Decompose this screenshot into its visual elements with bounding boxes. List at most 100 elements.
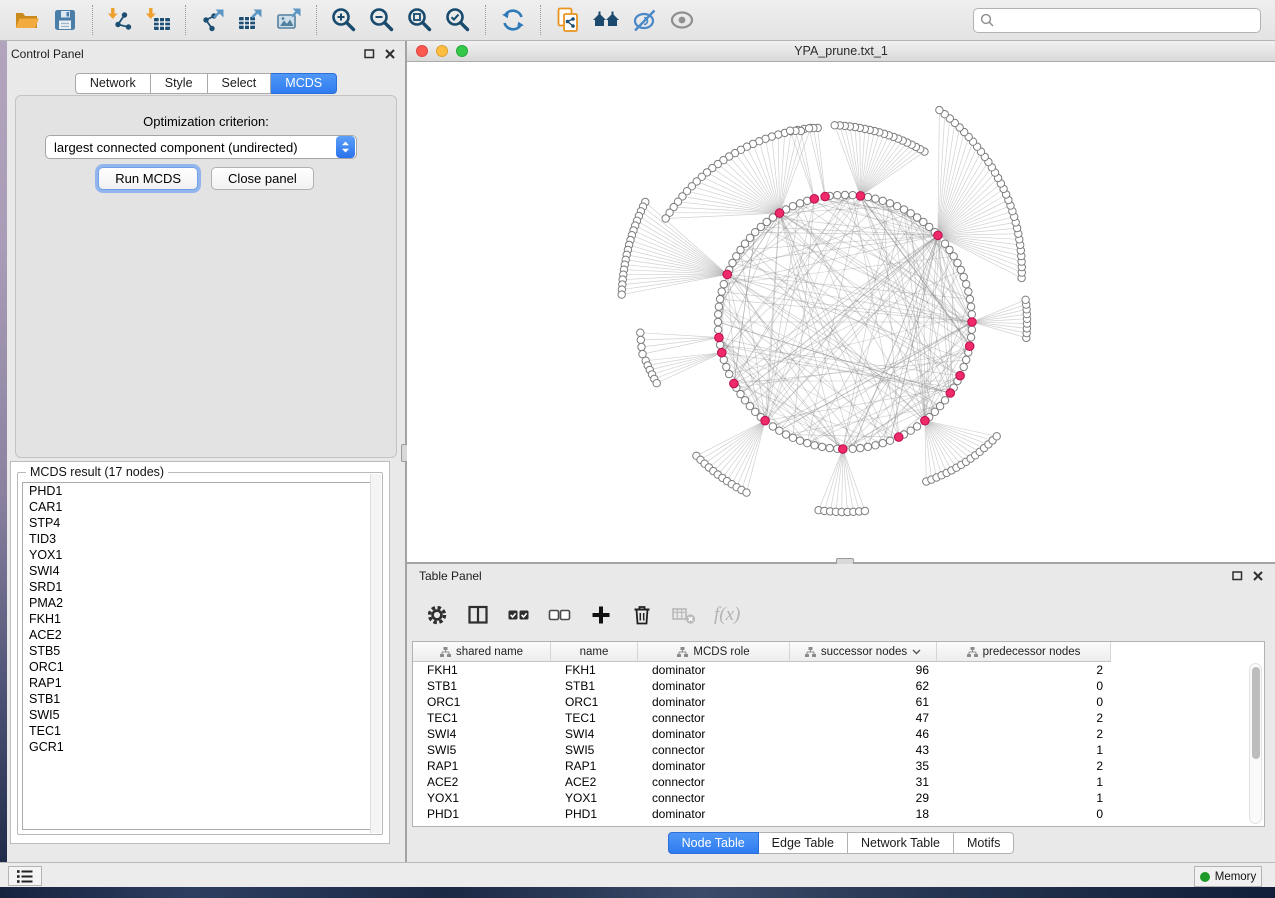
tab-node-table[interactable]: Node Table bbox=[668, 832, 759, 854]
column-header-MCDS-role[interactable]: MCDS role bbox=[638, 642, 790, 662]
tab-network-table[interactable]: Network Table bbox=[848, 832, 954, 854]
close-panel-button[interactable]: Close panel bbox=[211, 167, 314, 190]
tab-mcds[interactable]: MCDS bbox=[271, 73, 337, 94]
show-columns-button[interactable] bbox=[466, 603, 490, 627]
preview-eye-button[interactable] bbox=[667, 5, 697, 35]
close-panel-icon[interactable] bbox=[385, 49, 395, 59]
select-all-button[interactable] bbox=[507, 603, 531, 627]
float-panel-icon[interactable] bbox=[1232, 571, 1243, 581]
mcds-node[interactable] bbox=[965, 342, 974, 351]
deselect-all-button[interactable] bbox=[548, 603, 572, 627]
add-column-button[interactable] bbox=[589, 603, 613, 627]
mcds-node[interactable] bbox=[761, 416, 770, 425]
mcds-result-item[interactable]: SRD1 bbox=[23, 579, 377, 595]
table-row[interactable]: PHD1PHD1dominator180 bbox=[413, 806, 1264, 822]
duplicate-network-button[interactable] bbox=[553, 5, 583, 35]
table-row[interactable]: ACE2ACE2connector311 bbox=[413, 774, 1264, 790]
mcds-result-item[interactable]: STB5 bbox=[23, 643, 377, 659]
home-button[interactable] bbox=[591, 5, 621, 35]
float-panel-icon[interactable] bbox=[364, 49, 375, 59]
run-mcds-button[interactable]: Run MCDS bbox=[98, 167, 198, 190]
zoom-selected-button[interactable] bbox=[443, 5, 473, 35]
mcds-node[interactable] bbox=[839, 445, 848, 454]
table-row[interactable]: FKH1FKH1dominator962 bbox=[413, 662, 1264, 678]
mcds-result-item[interactable]: ORC1 bbox=[23, 659, 377, 675]
export-table-button[interactable] bbox=[236, 5, 266, 35]
table-row[interactable]: RAP1RAP1dominator352 bbox=[413, 758, 1264, 774]
mcds-node[interactable] bbox=[921, 416, 930, 425]
export-image-button[interactable] bbox=[274, 5, 304, 35]
mcds-node[interactable] bbox=[956, 371, 965, 380]
mcds-result-item[interactable]: SWI5 bbox=[23, 707, 377, 723]
table-scrollbar-thumb[interactable] bbox=[1252, 667, 1260, 759]
mcds-result-item[interactable]: STB1 bbox=[23, 691, 377, 707]
table-row[interactable]: ORC1ORC1dominator610 bbox=[413, 694, 1264, 710]
mcds-node[interactable] bbox=[821, 192, 830, 201]
refresh-button[interactable] bbox=[498, 5, 528, 35]
mcds-result-item[interactable]: TID3 bbox=[23, 531, 377, 547]
mcds-result-item[interactable]: FKH1 bbox=[23, 611, 377, 627]
table-row[interactable]: SWI4SWI4dominator462 bbox=[413, 726, 1264, 742]
search-input[interactable] bbox=[994, 10, 1254, 30]
mcds-node[interactable] bbox=[946, 389, 955, 398]
export-network-button[interactable] bbox=[198, 5, 228, 35]
tab-style[interactable]: Style bbox=[151, 73, 208, 94]
mcds-result-item[interactable]: GCR1 bbox=[23, 739, 377, 755]
mcds-result-item[interactable]: YOX1 bbox=[23, 547, 377, 563]
criterion-dropdown[interactable]: largest connected component (undirected) bbox=[45, 135, 357, 159]
mcds-result-item[interactable]: STP4 bbox=[23, 515, 377, 531]
table-settings-button[interactable] bbox=[425, 603, 449, 627]
network-canvas[interactable] bbox=[407, 62, 1275, 562]
table-row[interactable]: YOX1YOX1connector291 bbox=[413, 790, 1264, 806]
column-header-successor-nodes[interactable]: successor nodes bbox=[790, 642, 937, 662]
toggle-visibility-button[interactable] bbox=[629, 5, 659, 35]
mcds-node[interactable] bbox=[968, 318, 977, 327]
mcds-result-item[interactable]: PHD1 bbox=[23, 483, 377, 499]
mcds-node[interactable] bbox=[718, 348, 727, 357]
mcds-node[interactable] bbox=[723, 270, 732, 279]
mcds-result-item[interactable]: CAR1 bbox=[23, 499, 377, 515]
result-list-scrollbar[interactable] bbox=[370, 474, 381, 833]
open-session-button[interactable] bbox=[12, 5, 42, 35]
zoom-in-button[interactable] bbox=[329, 5, 359, 35]
show-panels-button[interactable] bbox=[8, 866, 42, 886]
mcds-result-item[interactable]: ACE2 bbox=[23, 627, 377, 643]
delete-columns-button[interactable] bbox=[630, 603, 654, 627]
column-header-name[interactable]: name bbox=[551, 642, 638, 662]
save-session-button[interactable] bbox=[50, 5, 80, 35]
column-header-predecessor-nodes[interactable]: predecessor nodes bbox=[937, 642, 1111, 662]
zoom-fit-button[interactable] bbox=[405, 5, 435, 35]
network-window-titlebar[interactable]: YPA_prune.txt_1 bbox=[407, 41, 1275, 62]
tab-select[interactable]: Select bbox=[208, 73, 272, 94]
zoom-out-button[interactable] bbox=[367, 5, 397, 35]
tab-motifs[interactable]: Motifs bbox=[954, 832, 1014, 854]
mcds-node[interactable] bbox=[775, 209, 784, 218]
mcds-node[interactable] bbox=[810, 195, 819, 204]
network-graph[interactable] bbox=[407, 62, 1273, 560]
table-row[interactable]: SWI5SWI5connector431 bbox=[413, 742, 1264, 758]
control-panel-title: Control Panel bbox=[11, 47, 84, 61]
table-scrollbar[interactable] bbox=[1249, 663, 1262, 824]
import-table-button[interactable] bbox=[143, 5, 173, 35]
close-panel-icon[interactable] bbox=[1253, 571, 1263, 581]
memory-button[interactable]: Memory bbox=[1194, 866, 1262, 887]
tab-edge-table[interactable]: Edge Table bbox=[759, 832, 848, 854]
mcds-node[interactable] bbox=[934, 231, 943, 240]
mcds-node[interactable] bbox=[730, 379, 739, 388]
mcds-result-item[interactable]: PMA2 bbox=[23, 595, 377, 611]
cell-successor-nodes: 29 bbox=[790, 790, 937, 806]
mcds-node[interactable] bbox=[894, 433, 903, 442]
mcds-result-item[interactable]: RAP1 bbox=[23, 675, 377, 691]
mcds-node[interactable] bbox=[715, 333, 724, 342]
mcds-node[interactable] bbox=[856, 192, 865, 201]
cell-shared-name: YOX1 bbox=[413, 790, 551, 806]
table-row[interactable]: TEC1TEC1connector472 bbox=[413, 710, 1264, 726]
column-header-shared-name[interactable]: shared name bbox=[413, 642, 551, 662]
import-network-button[interactable] bbox=[105, 5, 135, 35]
mcds-result-list[interactable]: PHD1CAR1STP4TID3YOX1SWI4SRD1PMA2FKH1ACE2… bbox=[22, 482, 378, 830]
mcds-result-item[interactable]: TEC1 bbox=[23, 723, 377, 739]
mcds-result-item[interactable]: SWI4 bbox=[23, 563, 377, 579]
tab-network[interactable]: Network bbox=[75, 73, 151, 94]
eye-slash-icon bbox=[630, 6, 658, 34]
table-row[interactable]: STB1STB1dominator620 bbox=[413, 678, 1264, 694]
